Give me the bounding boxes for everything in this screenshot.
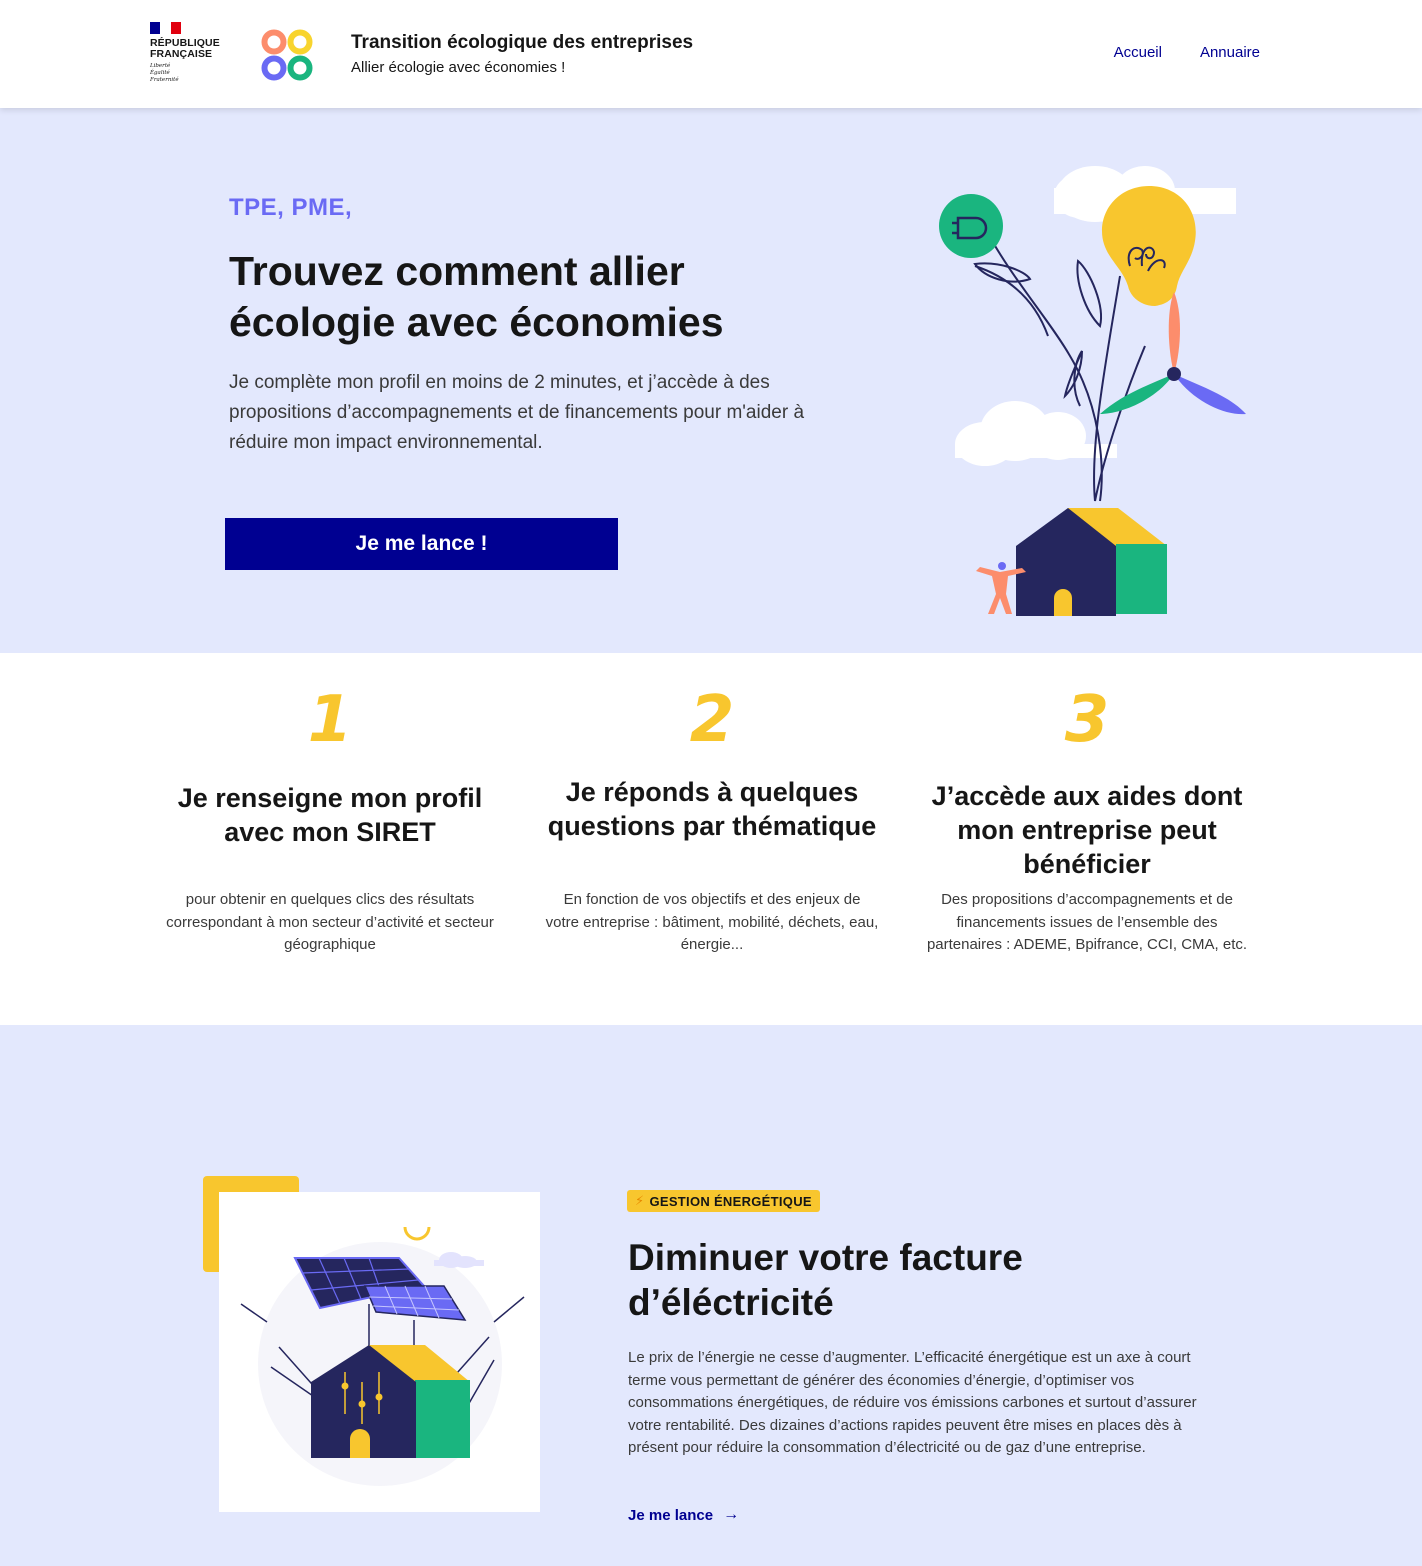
main-nav: Accueil Annuaire	[1114, 44, 1260, 61]
cloud-icon	[434, 1252, 484, 1268]
hero-illustration	[939, 166, 1246, 616]
house-icon	[1016, 508, 1167, 616]
republique-francaise-logo[interactable]: RÉPUBLIQUE FRANÇAISE Liberté Égalité Fra…	[150, 22, 230, 84]
hero-kicker: TPE, PME,	[229, 194, 353, 221]
step-title: Je renseigne mon profil avec mon SIRET	[177, 783, 483, 847]
lightning-icon: ⚡	[635, 1193, 645, 1208]
rf-devise: Liberté Égalité Fraternité	[150, 63, 179, 83]
step-number: 1	[307, 683, 353, 757]
french-flag-icon	[150, 22, 181, 34]
theme-start-link-label: Je me lance	[628, 1506, 714, 1524]
step-number: 2	[689, 683, 735, 757]
leaf-icon	[1076, 259, 1102, 328]
step-title: Je réponds à quelques questions par thém…	[547, 777, 877, 841]
hero-title: Trouvez comment allier écologie avec éco…	[229, 248, 724, 345]
step-card: 3 J’accède aux aides dont mon entreprise…	[912, 653, 1262, 957]
steps-section: 1 Je renseigne mon profil avec mon SIRET…	[0, 653, 1422, 1025]
service-logo-icon[interactable]	[258, 26, 316, 84]
service-title[interactable]: Transition écologique des entreprises	[351, 32, 693, 54]
nav-link-annuaire[interactable]: Annuaire	[1200, 44, 1260, 61]
rf-wordmark: RÉPUBLIQUE FRANÇAISE	[150, 37, 220, 60]
theme-start-link[interactable]: Je me lance →	[628, 1506, 739, 1524]
step-description: Des propositions d’accompagnements et de…	[926, 891, 1248, 953]
theme-illustration-card	[219, 1192, 540, 1512]
hero-section: TPE, PME, Trouvez comment allier écologi…	[0, 108, 1422, 653]
nav-link-accueil[interactable]: Accueil	[1114, 44, 1162, 61]
theme-title: Diminuer votre facture d’éléctricité	[628, 1237, 1023, 1323]
start-button[interactable]: Je me lance !	[225, 518, 618, 570]
theme-badge-label: GESTION ÉNERGÉTIQUE	[649, 1193, 812, 1209]
plug-icon	[939, 194, 1003, 258]
theme-description: Le prix de l’énergie ne cesse d’augmente…	[628, 1349, 1197, 1456]
lightbulb-icon	[1102, 186, 1196, 306]
step-number: 3	[1064, 683, 1110, 757]
service-tagline: Allier écologie avec économies !	[351, 59, 566, 76]
step-title: J’accède aux aides dont mon entreprise p…	[931, 781, 1243, 879]
wind-turbine-icon	[1100, 292, 1246, 415]
hero-description: Je complète mon profil en moins de 2 min…	[229, 372, 805, 453]
theme-section: ⚡ GESTION ÉNERGÉTIQUE Diminuer votre fac…	[0, 1025, 1422, 1566]
step-card: 1 Je renseigne mon profil avec mon SIRET…	[155, 653, 505, 957]
step-description: pour obtenir en quelques clics des résul…	[166, 891, 494, 953]
theme-badge: ⚡ GESTION ÉNERGÉTIQUE	[627, 1190, 820, 1212]
step-description: En fonction de vos objectifs et des enje…	[545, 891, 879, 953]
arrow-right-icon: →	[723, 1506, 740, 1523]
sun-icon	[403, 1226, 431, 1241]
solar-house-illustration	[240, 1226, 525, 1486]
site-header: RÉPUBLIQUE FRANÇAISE Liberté Égalité Fra…	[0, 0, 1422, 108]
step-card: 2 Je réponds à quelques questions par th…	[537, 653, 887, 957]
